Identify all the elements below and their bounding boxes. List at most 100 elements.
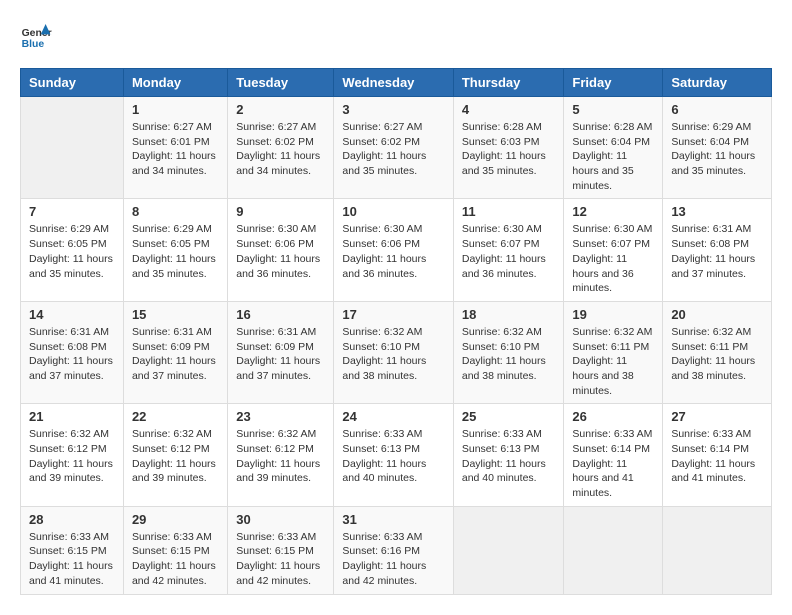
day-number: 17 <box>342 307 444 322</box>
page-header: General Blue <box>20 20 772 52</box>
day-info: Sunrise: 6:29 AM Sunset: 6:05 PM Dayligh… <box>132 222 219 281</box>
day-number: 4 <box>462 102 556 117</box>
calendar-cell: 4 Sunrise: 6:28 AM Sunset: 6:03 PM Dayli… <box>453 97 564 199</box>
day-number: 15 <box>132 307 219 322</box>
week-row-4: 21 Sunrise: 6:32 AM Sunset: 6:12 PM Dayl… <box>21 404 772 506</box>
day-info: Sunrise: 6:28 AM Sunset: 6:03 PM Dayligh… <box>462 120 556 179</box>
day-number: 18 <box>462 307 556 322</box>
calendar-header-row: SundayMondayTuesdayWednesdayThursdayFrid… <box>21 69 772 97</box>
calendar-cell: 27 Sunrise: 6:33 AM Sunset: 6:14 PM Dayl… <box>663 404 772 506</box>
calendar-cell: 1 Sunrise: 6:27 AM Sunset: 6:01 PM Dayli… <box>123 97 227 199</box>
day-info: Sunrise: 6:32 AM Sunset: 6:10 PM Dayligh… <box>462 325 556 384</box>
calendar-cell: 17 Sunrise: 6:32 AM Sunset: 6:10 PM Dayl… <box>334 301 453 403</box>
day-info: Sunrise: 6:32 AM Sunset: 6:11 PM Dayligh… <box>572 325 654 398</box>
calendar-cell: 13 Sunrise: 6:31 AM Sunset: 6:08 PM Dayl… <box>663 199 772 301</box>
day-number: 29 <box>132 512 219 527</box>
day-number: 12 <box>572 204 654 219</box>
day-number: 8 <box>132 204 219 219</box>
day-number: 23 <box>236 409 325 424</box>
calendar-cell: 11 Sunrise: 6:30 AM Sunset: 6:07 PM Dayl… <box>453 199 564 301</box>
day-info: Sunrise: 6:32 AM Sunset: 6:10 PM Dayligh… <box>342 325 444 384</box>
day-info: Sunrise: 6:27 AM Sunset: 6:02 PM Dayligh… <box>342 120 444 179</box>
day-info: Sunrise: 6:31 AM Sunset: 6:09 PM Dayligh… <box>236 325 325 384</box>
week-row-3: 14 Sunrise: 6:31 AM Sunset: 6:08 PM Dayl… <box>21 301 772 403</box>
calendar-cell: 16 Sunrise: 6:31 AM Sunset: 6:09 PM Dayl… <box>228 301 334 403</box>
day-number: 9 <box>236 204 325 219</box>
day-header-sunday: Sunday <box>21 69 124 97</box>
calendar-cell <box>21 97 124 199</box>
calendar-cell: 9 Sunrise: 6:30 AM Sunset: 6:06 PM Dayli… <box>228 199 334 301</box>
calendar-cell: 14 Sunrise: 6:31 AM Sunset: 6:08 PM Dayl… <box>21 301 124 403</box>
day-number: 7 <box>29 204 115 219</box>
calendar-cell: 30 Sunrise: 6:33 AM Sunset: 6:15 PM Dayl… <box>228 506 334 594</box>
week-row-1: 1 Sunrise: 6:27 AM Sunset: 6:01 PM Dayli… <box>21 97 772 199</box>
calendar-cell: 2 Sunrise: 6:27 AM Sunset: 6:02 PM Dayli… <box>228 97 334 199</box>
day-number: 26 <box>572 409 654 424</box>
day-info: Sunrise: 6:33 AM Sunset: 6:16 PM Dayligh… <box>342 530 444 589</box>
calendar-cell: 28 Sunrise: 6:33 AM Sunset: 6:15 PM Dayl… <box>21 506 124 594</box>
day-info: Sunrise: 6:31 AM Sunset: 6:08 PM Dayligh… <box>671 222 763 281</box>
day-number: 24 <box>342 409 444 424</box>
calendar-cell: 26 Sunrise: 6:33 AM Sunset: 6:14 PM Dayl… <box>564 404 663 506</box>
calendar-cell <box>453 506 564 594</box>
day-info: Sunrise: 6:30 AM Sunset: 6:06 PM Dayligh… <box>342 222 444 281</box>
day-info: Sunrise: 6:30 AM Sunset: 6:06 PM Dayligh… <box>236 222 325 281</box>
calendar-cell: 23 Sunrise: 6:32 AM Sunset: 6:12 PM Dayl… <box>228 404 334 506</box>
day-info: Sunrise: 6:32 AM Sunset: 6:12 PM Dayligh… <box>29 427 115 486</box>
calendar-cell: 29 Sunrise: 6:33 AM Sunset: 6:15 PM Dayl… <box>123 506 227 594</box>
day-number: 28 <box>29 512 115 527</box>
week-row-5: 28 Sunrise: 6:33 AM Sunset: 6:15 PM Dayl… <box>21 506 772 594</box>
calendar-cell: 5 Sunrise: 6:28 AM Sunset: 6:04 PM Dayli… <box>564 97 663 199</box>
svg-text:Blue: Blue <box>22 39 45 50</box>
day-number: 5 <box>572 102 654 117</box>
day-header-wednesday: Wednesday <box>334 69 453 97</box>
day-number: 30 <box>236 512 325 527</box>
day-number: 27 <box>671 409 763 424</box>
calendar-cell: 6 Sunrise: 6:29 AM Sunset: 6:04 PM Dayli… <box>663 97 772 199</box>
day-info: Sunrise: 6:33 AM Sunset: 6:15 PM Dayligh… <box>236 530 325 589</box>
day-info: Sunrise: 6:29 AM Sunset: 6:05 PM Dayligh… <box>29 222 115 281</box>
day-info: Sunrise: 6:33 AM Sunset: 6:14 PM Dayligh… <box>572 427 654 500</box>
day-info: Sunrise: 6:30 AM Sunset: 6:07 PM Dayligh… <box>572 222 654 295</box>
calendar-cell: 12 Sunrise: 6:30 AM Sunset: 6:07 PM Dayl… <box>564 199 663 301</box>
day-info: Sunrise: 6:33 AM Sunset: 6:14 PM Dayligh… <box>671 427 763 486</box>
logo-icon: General Blue <box>20 20 52 52</box>
day-info: Sunrise: 6:33 AM Sunset: 6:15 PM Dayligh… <box>132 530 219 589</box>
calendar-cell: 15 Sunrise: 6:31 AM Sunset: 6:09 PM Dayl… <box>123 301 227 403</box>
day-info: Sunrise: 6:32 AM Sunset: 6:12 PM Dayligh… <box>132 427 219 486</box>
calendar-cell: 7 Sunrise: 6:29 AM Sunset: 6:05 PM Dayli… <box>21 199 124 301</box>
day-number: 3 <box>342 102 444 117</box>
day-info: Sunrise: 6:27 AM Sunset: 6:02 PM Dayligh… <box>236 120 325 179</box>
calendar-cell: 25 Sunrise: 6:33 AM Sunset: 6:13 PM Dayl… <box>453 404 564 506</box>
day-info: Sunrise: 6:32 AM Sunset: 6:12 PM Dayligh… <box>236 427 325 486</box>
day-number: 13 <box>671 204 763 219</box>
day-header-friday: Friday <box>564 69 663 97</box>
day-number: 19 <box>572 307 654 322</box>
calendar-cell <box>663 506 772 594</box>
calendar-cell: 8 Sunrise: 6:29 AM Sunset: 6:05 PM Dayli… <box>123 199 227 301</box>
day-number: 22 <box>132 409 219 424</box>
day-info: Sunrise: 6:33 AM Sunset: 6:13 PM Dayligh… <box>342 427 444 486</box>
calendar-cell: 10 Sunrise: 6:30 AM Sunset: 6:06 PM Dayl… <box>334 199 453 301</box>
week-row-2: 7 Sunrise: 6:29 AM Sunset: 6:05 PM Dayli… <box>21 199 772 301</box>
day-info: Sunrise: 6:29 AM Sunset: 6:04 PM Dayligh… <box>671 120 763 179</box>
day-info: Sunrise: 6:33 AM Sunset: 6:13 PM Dayligh… <box>462 427 556 486</box>
calendar-cell: 22 Sunrise: 6:32 AM Sunset: 6:12 PM Dayl… <box>123 404 227 506</box>
day-info: Sunrise: 6:30 AM Sunset: 6:07 PM Dayligh… <box>462 222 556 281</box>
calendar-cell: 24 Sunrise: 6:33 AM Sunset: 6:13 PM Dayl… <box>334 404 453 506</box>
day-number: 21 <box>29 409 115 424</box>
day-info: Sunrise: 6:31 AM Sunset: 6:09 PM Dayligh… <box>132 325 219 384</box>
calendar-cell: 19 Sunrise: 6:32 AM Sunset: 6:11 PM Dayl… <box>564 301 663 403</box>
calendar-cell: 31 Sunrise: 6:33 AM Sunset: 6:16 PM Dayl… <box>334 506 453 594</box>
day-info: Sunrise: 6:32 AM Sunset: 6:11 PM Dayligh… <box>671 325 763 384</box>
day-info: Sunrise: 6:27 AM Sunset: 6:01 PM Dayligh… <box>132 120 219 179</box>
calendar-cell: 3 Sunrise: 6:27 AM Sunset: 6:02 PM Dayli… <box>334 97 453 199</box>
day-number: 25 <box>462 409 556 424</box>
day-number: 20 <box>671 307 763 322</box>
day-info: Sunrise: 6:31 AM Sunset: 6:08 PM Dayligh… <box>29 325 115 384</box>
day-number: 10 <box>342 204 444 219</box>
day-header-saturday: Saturday <box>663 69 772 97</box>
calendar-cell: 21 Sunrise: 6:32 AM Sunset: 6:12 PM Dayl… <box>21 404 124 506</box>
calendar-cell: 18 Sunrise: 6:32 AM Sunset: 6:10 PM Dayl… <box>453 301 564 403</box>
day-number: 1 <box>132 102 219 117</box>
